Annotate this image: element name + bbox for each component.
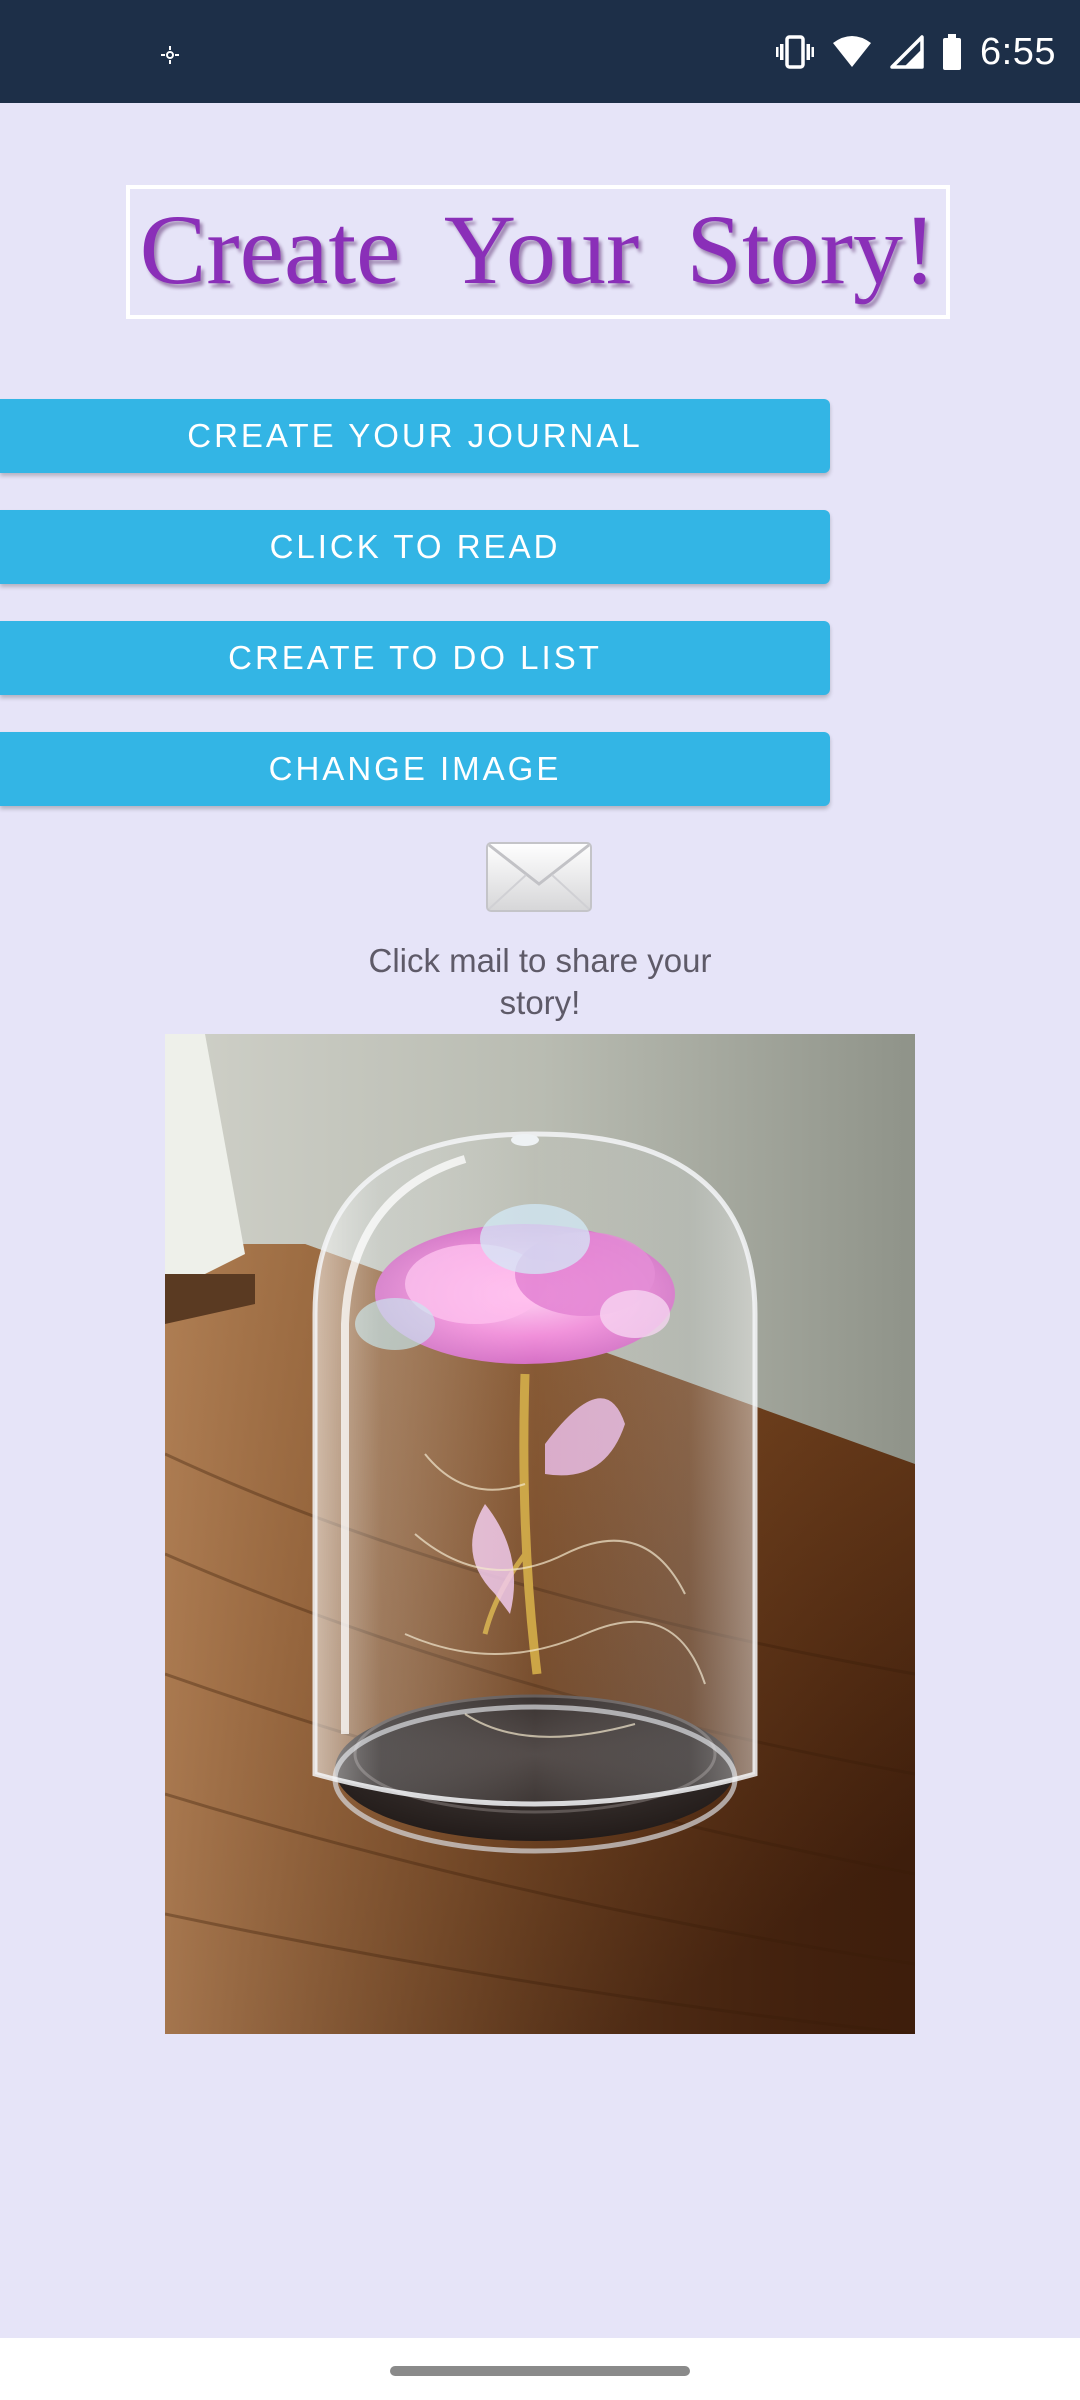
mail-icon[interactable] [484, 838, 594, 916]
status-icons: 6:55 [776, 28, 1056, 76]
status-bar: 6:55 [0, 0, 1080, 103]
change-image-button[interactable]: CHANGE IMAGE [0, 732, 830, 806]
rose-in-glass-dome-image [165, 1034, 915, 2034]
clock: 6:55 [980, 30, 1056, 73]
page-title: Create Your Story! [139, 194, 937, 305]
click-to-read-button[interactable]: CLICK TO READ [0, 510, 830, 584]
signal-icon [890, 35, 924, 69]
vibrate-icon [776, 35, 815, 69]
title-banner: Create Your Story! [126, 185, 950, 319]
create-journal-button[interactable]: CREATE YOUR JOURNAL [0, 399, 830, 473]
gear-notification-icon [161, 46, 179, 64]
create-todo-list-button[interactable]: CREATE TO DO LIST [0, 621, 830, 695]
home-gesture-handle[interactable] [390, 2366, 690, 2376]
navigation-bar [0, 2338, 1080, 2400]
wifi-icon [833, 36, 872, 67]
share-instruction: Click mail to share your story! [368, 942, 712, 1021]
battery-icon [943, 34, 962, 70]
